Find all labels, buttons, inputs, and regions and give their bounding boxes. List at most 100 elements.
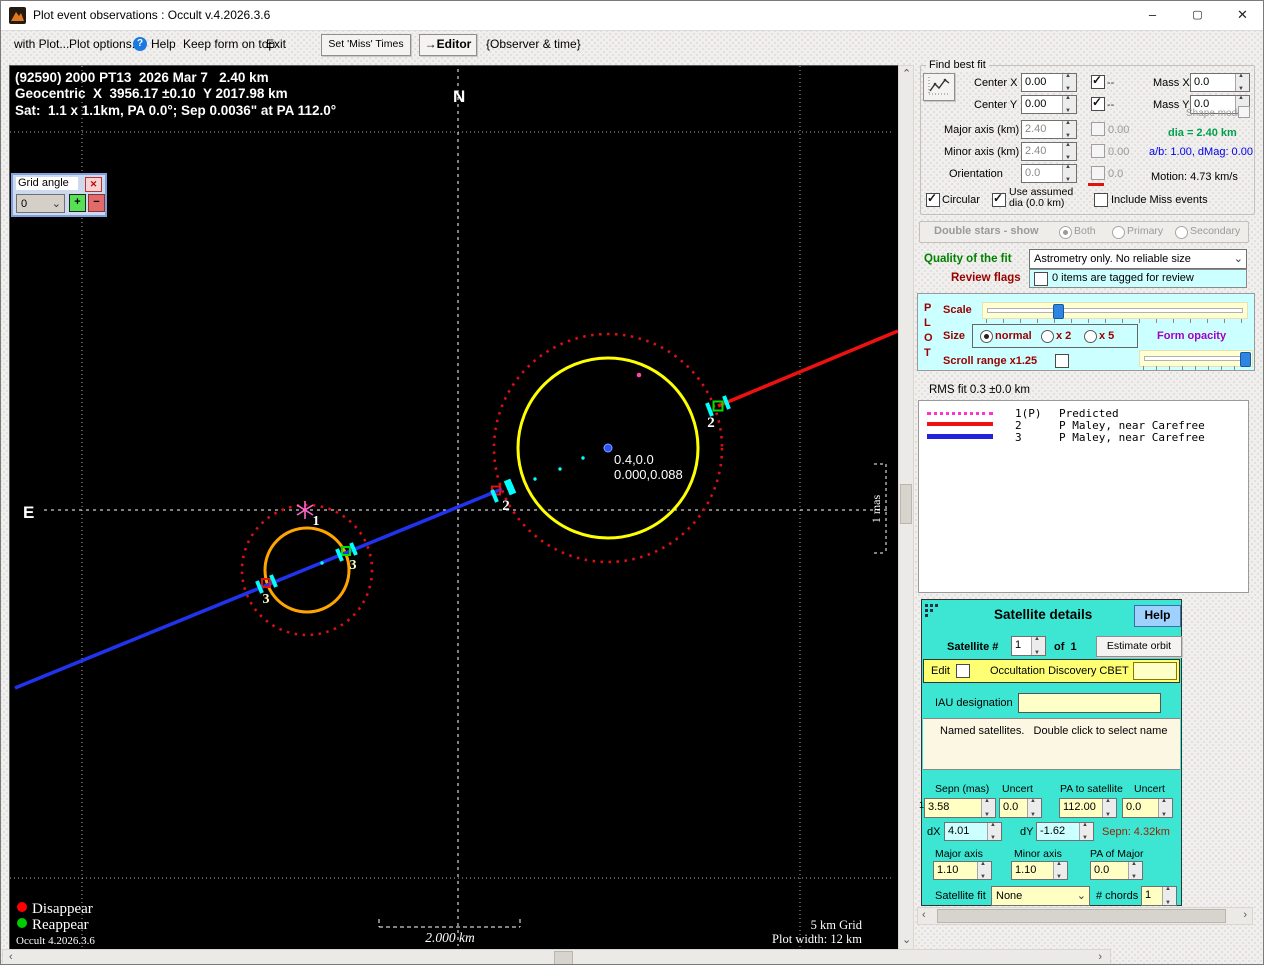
- close-button-icon[interactable]: ✕: [1220, 1, 1264, 29]
- size-x2-radio[interactable]: [1041, 330, 1054, 343]
- minor-unc-label: 0.00: [1108, 146, 1129, 158]
- spinner-arrows-icon[interactable]: [987, 823, 1001, 840]
- menu-plot-options[interactable]: Plot options...: [69, 38, 142, 51]
- major-axis-checkbox[interactable]: [1091, 122, 1105, 136]
- sepn-uncert-spinner[interactable]: 0.0: [999, 798, 1042, 818]
- minor-axis-checkbox[interactable]: [1091, 144, 1105, 158]
- satellite-fit-label: Satellite fit: [935, 890, 986, 902]
- scroll-right-icon[interactable]: ›: [1243, 910, 1247, 921]
- spinner-arrows-icon[interactable]: [1031, 637, 1045, 655]
- dx-label: dX: [927, 826, 940, 838]
- double-both-radio[interactable]: [1059, 226, 1072, 239]
- iau-designation-input[interactable]: [1018, 693, 1161, 713]
- satellite-help-button[interactable]: Help: [1134, 605, 1181, 627]
- scale-slider[interactable]: [982, 302, 1248, 319]
- sat-pa-major-spinner[interactable]: 0.0: [1090, 861, 1143, 880]
- grid-angle-close-icon[interactable]: ✕: [85, 177, 102, 192]
- plot-horizontal-scrollbar[interactable]: ‹ ›: [2, 949, 1111, 965]
- plot-hscroll-thumb[interactable]: [554, 951, 573, 965]
- spinner-arrows-icon[interactable]: [1062, 143, 1076, 160]
- menu-keep-on-top[interactable]: Keep form on top: [183, 38, 275, 51]
- cbet-input[interactable]: [1133, 662, 1177, 680]
- include-miss-checkbox[interactable]: [1094, 193, 1108, 207]
- satellite-of-label: of 1: [1054, 641, 1077, 653]
- center-x-spinner[interactable]: 0.00: [1021, 73, 1077, 92]
- menu-with-plot[interactable]: with Plot...: [14, 38, 69, 51]
- spinner-arrows-icon[interactable]: [1053, 862, 1067, 879]
- spinner-arrows-icon[interactable]: [1079, 823, 1093, 840]
- sepn-spinner[interactable]: 3.58: [924, 798, 996, 818]
- center-y-spinner[interactable]: 0.00: [1021, 95, 1077, 114]
- use-assumed-checkbox[interactable]: [992, 193, 1006, 207]
- spinner-arrows-icon[interactable]: [1062, 74, 1076, 91]
- minimize-button-icon[interactable]: –: [1130, 1, 1175, 29]
- chords-spinner[interactable]: 1: [1141, 886, 1177, 906]
- red-bar-indicator: [1088, 183, 1104, 186]
- plot-vertical-scrollbar[interactable]: ⌃ ⌄: [898, 65, 914, 950]
- minor-axis-spinner[interactable]: 2.40: [1021, 142, 1077, 161]
- pa-spinner[interactable]: 112.00: [1059, 798, 1117, 818]
- spinner-arrows-icon[interactable]: [1062, 165, 1076, 182]
- spinner-arrows-icon[interactable]: [1162, 887, 1176, 905]
- satellite-panel-scrollbar[interactable]: ‹ ›: [917, 907, 1253, 925]
- orientation-spinner[interactable]: 0.0: [1021, 164, 1077, 183]
- review-flags-checkbox[interactable]: [1034, 272, 1048, 286]
- sat-major-spinner[interactable]: 1.10: [933, 861, 992, 880]
- dx-spinner[interactable]: 4.01: [944, 822, 1002, 841]
- spinner-arrows-icon[interactable]: [1062, 121, 1076, 138]
- spinner-arrows-icon[interactable]: [1027, 799, 1041, 817]
- best-fit-graph-button[interactable]: [923, 73, 955, 101]
- quality-select[interactable]: Astrometry only. No reliable size ⌄: [1029, 249, 1247, 269]
- scale-slider-thumb[interactable]: [1053, 304, 1064, 319]
- grid-angle-minus-button[interactable]: −: [88, 194, 105, 212]
- set-miss-times-button[interactable]: Set 'Miss' Times: [321, 34, 411, 56]
- grid-angle-plus-button[interactable]: +: [69, 194, 86, 212]
- satellite-num-spinner[interactable]: 1: [1011, 636, 1046, 656]
- spinner-arrows-icon[interactable]: [1235, 74, 1249, 91]
- satellite-scroll-thumb[interactable]: [937, 909, 1226, 923]
- orientation-checkbox[interactable]: [1091, 166, 1105, 180]
- plot-canvas[interactable]: 2 2 3 3 1: [9, 65, 899, 950]
- help-icon[interactable]: ?: [133, 37, 147, 51]
- mass-x-spinner[interactable]: 0.0: [1190, 73, 1250, 92]
- center-x-checkbox[interactable]: [1091, 75, 1105, 89]
- double-primary-radio[interactable]: [1112, 226, 1125, 239]
- center-y-checkbox[interactable]: [1091, 97, 1105, 111]
- major-axis-spinner[interactable]: 2.40: [1021, 120, 1077, 139]
- size-x5-radio[interactable]: [1084, 330, 1097, 343]
- spinner-arrows-icon[interactable]: [977, 862, 991, 879]
- satellite-fit-select[interactable]: None ⌄: [991, 886, 1090, 906]
- plot-vscroll-thumb[interactable]: [900, 484, 912, 524]
- dy-spinner[interactable]: -1.62: [1036, 822, 1094, 841]
- form-opacity-slider-thumb[interactable]: [1240, 352, 1251, 367]
- scroll-range-checkbox[interactable]: [1055, 354, 1069, 368]
- scroll-left-icon[interactable]: ‹: [922, 910, 926, 921]
- form-opacity-slider[interactable]: [1139, 350, 1253, 367]
- menu-exit[interactable]: Exit: [266, 38, 286, 51]
- menu-help[interactable]: Help: [151, 38, 176, 51]
- estimate-orbit-button[interactable]: Estimate orbit: [1096, 636, 1182, 657]
- shape-model-checkbox[interactable]: [1238, 106, 1250, 118]
- scroll-up-icon[interactable]: ⌃: [902, 69, 911, 80]
- spinner-arrows-icon[interactable]: [1102, 799, 1116, 817]
- drag-handle-icon[interactable]: [925, 604, 939, 618]
- editor-button[interactable]: →Editor: [419, 34, 477, 56]
- pa-uncert-spinner[interactable]: 0.0: [1122, 798, 1173, 818]
- maximize-button-icon[interactable]: ▢: [1175, 1, 1220, 29]
- disappear-label: Disappear: [32, 901, 93, 917]
- grid-angle-select[interactable]: 0 ⌄: [16, 194, 65, 213]
- double-secondary-radio[interactable]: [1175, 226, 1188, 239]
- scroll-right-icon[interactable]: ›: [1098, 952, 1102, 963]
- edit-checkbox[interactable]: [956, 664, 970, 678]
- named-satellites-box[interactable]: Named satellites. Double click to select…: [923, 718, 1180, 770]
- scroll-down-icon[interactable]: ⌄: [902, 935, 911, 946]
- spinner-arrows-icon[interactable]: [1158, 799, 1172, 817]
- spinner-arrows-icon[interactable]: [981, 799, 995, 817]
- scroll-left-icon[interactable]: ‹: [9, 952, 13, 963]
- spinner-arrows-icon[interactable]: [1062, 96, 1076, 113]
- center-x-dashes: --: [1107, 77, 1114, 89]
- size-normal-radio[interactable]: [980, 330, 993, 343]
- sat-minor-spinner[interactable]: 1.10: [1011, 861, 1068, 880]
- circular-checkbox[interactable]: [926, 193, 940, 207]
- spinner-arrows-icon[interactable]: [1128, 862, 1142, 879]
